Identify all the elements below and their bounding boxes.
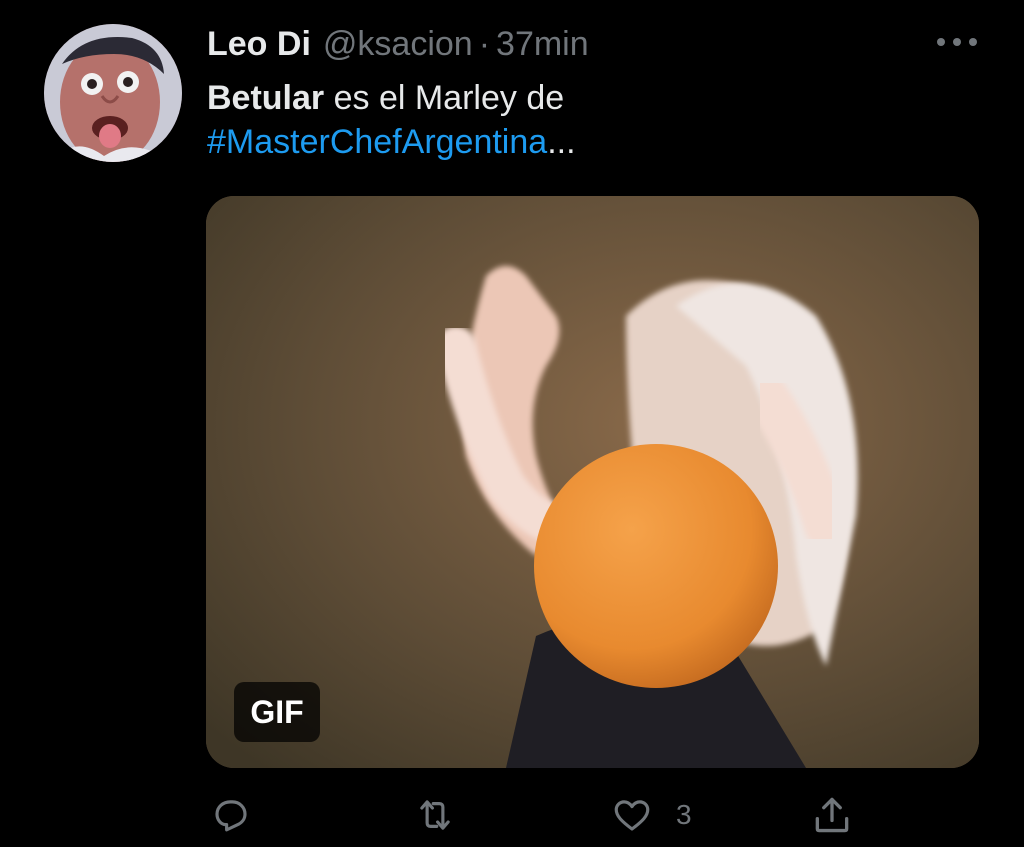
gif-badge: GIF [234, 682, 320, 742]
more-dots-icon [937, 38, 977, 46]
timestamp[interactable]: 37min [496, 22, 589, 66]
reply-button[interactable] [210, 790, 252, 840]
retweet-icon [420, 800, 450, 830]
tweet-ellipsis: ... [547, 123, 576, 161]
display-name[interactable]: Leo Di [207, 22, 311, 66]
gif-frame-image [206, 196, 979, 768]
heart-icon [614, 800, 650, 831]
tweet[interactable]: Leo Di @ksacion · 37min Betular es el Ma… [0, 0, 1024, 847]
tweet-text: Betular es el Marley de #MasterChefArgen… [207, 76, 967, 164]
gif-media[interactable]: GIF [206, 196, 979, 768]
avatar[interactable] [44, 24, 182, 162]
more-options-button[interactable] [932, 26, 982, 58]
tweet-header: Leo Di @ksacion · 37min [207, 22, 589, 66]
reply-icon [215, 800, 247, 832]
tweet-text-line-1: Betular es el Marley de [207, 76, 967, 120]
hashtag-link[interactable]: #MasterChefArgentina [207, 123, 547, 161]
share-icon [815, 797, 849, 833]
retweet-button[interactable] [412, 790, 458, 840]
share-button[interactable] [810, 790, 854, 840]
tweet-text-rest: es el Marley de [324, 79, 565, 117]
handle[interactable]: @ksacion [323, 22, 473, 66]
like-count: 3 [676, 799, 692, 830]
tweet-actions: 3 [0, 790, 1024, 840]
tweet-text-line-2: #MasterChefArgentina... [207, 120, 967, 164]
like-button[interactable]: 3 [610, 790, 692, 840]
separator-dot: · [478, 25, 491, 63]
tweet-bold-word: Betular [207, 79, 325, 117]
